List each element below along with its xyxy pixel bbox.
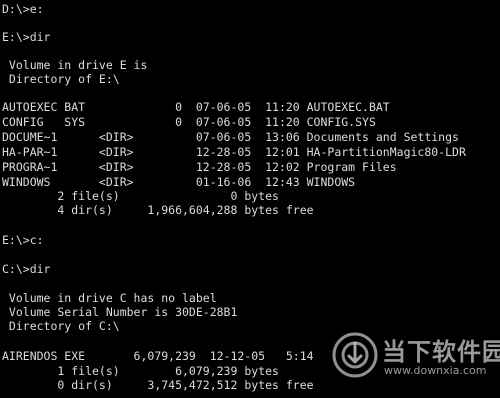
console-line: Directory of E:\ bbox=[2, 72, 120, 86]
console-line: Volume in drive C has no label bbox=[2, 291, 217, 305]
console-line: Volume in drive E is bbox=[2, 58, 148, 72]
console-line: 0 dir(s) 3,745,472,512 bytes free bbox=[2, 378, 314, 392]
watermark-url: www.downxia.com bbox=[384, 364, 487, 377]
console-line: Directory of C:\ bbox=[2, 319, 120, 333]
console-line: CONFIG SYS 0 07-06-05 11:20 CONFIG.SYS bbox=[2, 115, 376, 129]
console-line: WINDOWS <DIR> 01-16-06 12:43 WINDOWS bbox=[2, 175, 356, 189]
watermark: 当下软件园 www.downxia.com bbox=[330, 326, 500, 392]
console-line: AIRENDOS EXE 6,079,239 12-12-05 5:14 bbox=[2, 349, 314, 363]
downxia-logo-icon bbox=[332, 332, 378, 378]
console-line: DOCUME~1 <DIR> 07-06-05 13:06 Documents … bbox=[2, 130, 459, 144]
console-line: HA-PAR~1 <DIR> 12-28-05 12:01 HA-Partiti… bbox=[2, 145, 466, 159]
console-line: Volume Serial Number is 30DE-28B1 bbox=[2, 305, 238, 319]
console-line: 2 file(s) 0 bytes bbox=[2, 189, 279, 203]
console-line: E:\>c: bbox=[2, 233, 44, 247]
console-line: 4 dir(s) 1,966,604,288 bytes free bbox=[2, 203, 314, 217]
watermark-title: 当下软件园 bbox=[382, 338, 500, 366]
console-line: 1 file(s) 6,079,239 bytes bbox=[2, 364, 279, 378]
console-line: C:\>dir bbox=[2, 262, 51, 276]
console-line: D:\>e: bbox=[2, 2, 44, 16]
console-line: E:\>dir bbox=[2, 30, 51, 44]
console-line: AUTOEXEC BAT 0 07-06-05 11:20 AUTOEXEC.B… bbox=[2, 100, 390, 114]
console-line: PROGRA~1 <DIR> 12-28-05 12:02 Program Fi… bbox=[2, 160, 397, 174]
